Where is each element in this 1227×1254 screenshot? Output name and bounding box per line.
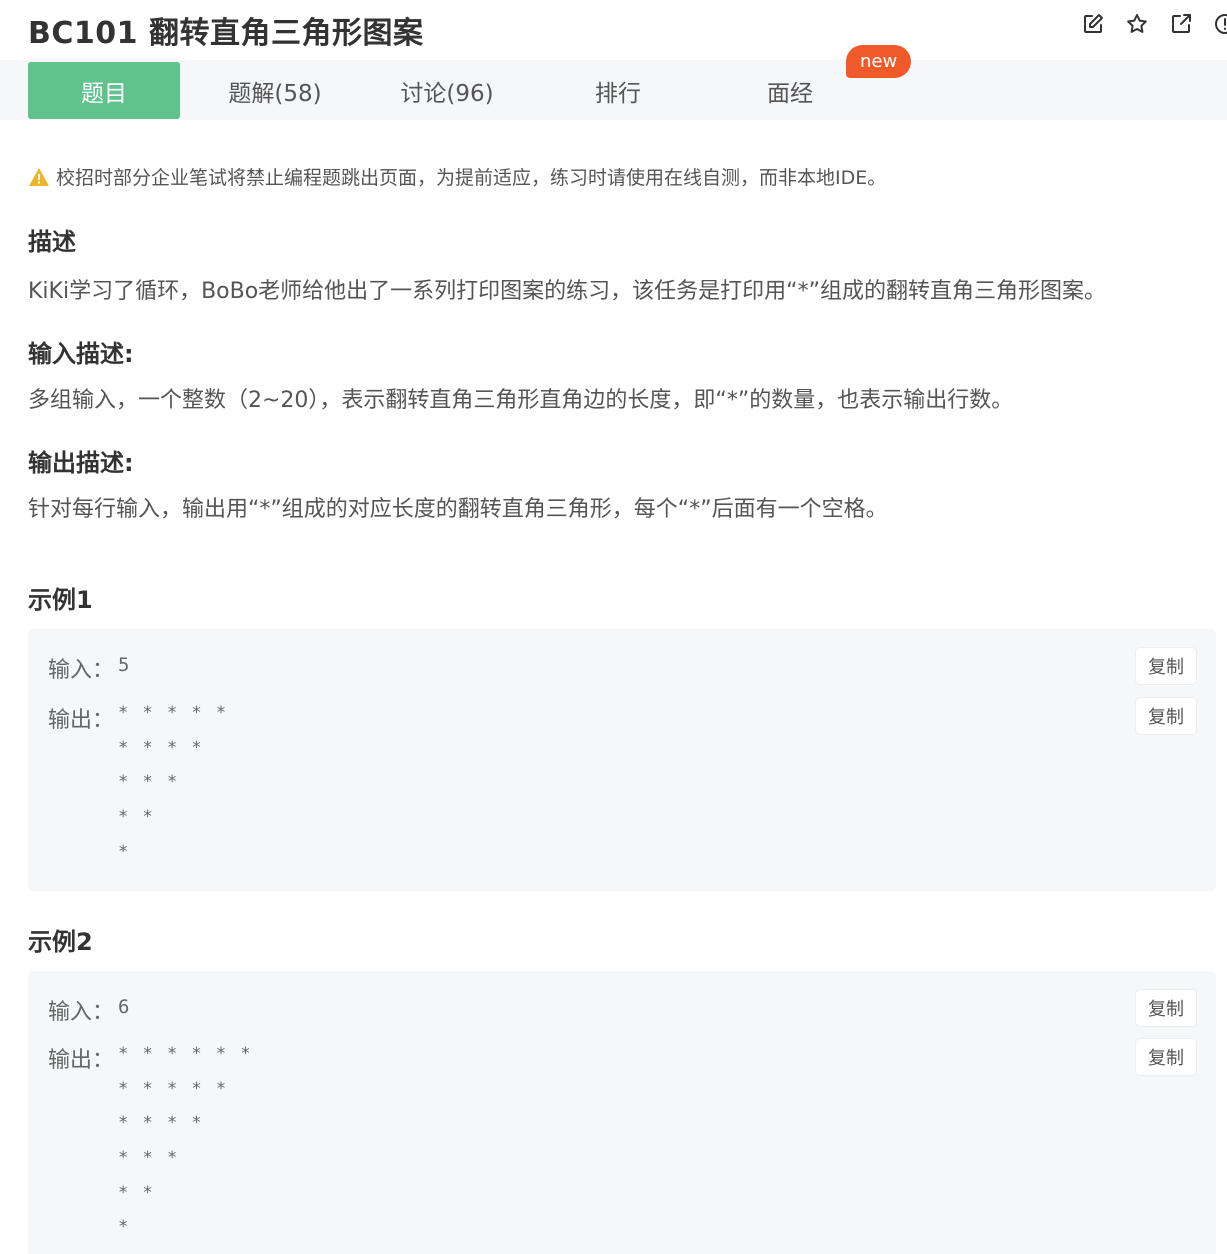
edit-icon[interactable] [1081,12,1105,36]
example-2-output-copy-button[interactable]: 复制 [1136,1039,1196,1075]
output-line: * * * [118,772,180,793]
tab-bar: 题目 题解(58) 讨论(96) 排行 面经 [0,60,1227,120]
info-icon[interactable] [1213,12,1227,36]
star-icon[interactable] [1125,12,1149,36]
new-badge: new [846,45,912,78]
example-2-input-label: 输入： [48,1000,115,1025]
output-line: * * * * * [118,1078,229,1099]
example-2-heading: 示例2 [28,928,93,956]
output-line: * * * [118,1148,180,1169]
description-heading: 描述 [28,228,76,256]
page-header: BC101 翻转直角三角形图案 [0,0,1227,60]
notice-banner: 校招时部分企业笔试将禁止编程题跳出页面，为提前适应，练习时请使用在线自测，而非本… [28,163,886,190]
input-desc-heading: 输入描述: [28,340,134,368]
output-line: * [118,841,131,862]
tab-solutions[interactable]: 题解(58) [199,62,351,119]
tab-problem[interactable]: 题目 [28,62,180,119]
share-icon[interactable] [1169,12,1193,36]
example-1-input-value: 5 [118,654,130,676]
example-1-output-label: 输出： [48,708,115,733]
output-line: * * [118,1182,155,1203]
example-2-box: 输入： 6 复制 输出： 复制 * * * * * * * * * * * * … [28,971,1216,1254]
output-line: * * * * * * [118,1044,253,1064]
input-desc-text: 多组输入，一个整数（2~20），表示翻转直角三角形直角边的长度，即“*”的数量，… [28,388,1014,413]
page-title: BC101 翻转直角三角形图案 [28,16,424,51]
tab-discussion[interactable]: 讨论(96) [371,62,523,119]
output-line: * * * * [118,1113,204,1134]
example-1-input-label: 输入： [48,658,115,683]
example-2-output: * * * * * * * * * * * * * * * * * * * * … [118,1037,253,1245]
tab-ranking[interactable]: 排行 [542,62,694,119]
toolbar [1081,12,1227,36]
output-line: * * * * * [118,703,229,723]
tab-interview[interactable]: 面经 [714,62,866,119]
output-desc-heading: 输出描述: [28,449,134,477]
example-2-output-label: 输出： [48,1048,115,1073]
example-1-output-copy-button[interactable]: 复制 [1136,698,1196,734]
example-1-output: * * * * * * * * * * * * * * * [118,696,228,869]
example-1-input-copy-button[interactable]: 复制 [1136,648,1196,684]
output-line: * * [118,807,155,828]
output-line: * * * * [118,737,204,758]
notice-text: 校招时部分企业笔试将禁止编程题跳出页面，为提前适应，练习时请使用在线自测，而非本… [56,167,887,189]
description-text: KiKi学习了循环，BoBo老师给他出了一系列打印图案的练习，该任务是打印用“*… [28,279,1106,304]
example-1-heading: 示例1 [28,586,93,614]
example-2-input-value: 6 [118,996,130,1018]
output-line: * [118,1217,131,1238]
example-2-input-copy-button[interactable]: 复制 [1136,990,1196,1026]
output-desc-text: 针对每行输入，输出用“*”组成的对应长度的翻转直角三角形，每个“*”后面有一个空… [28,497,888,522]
example-1-box: 输入： 5 复制 输出： 复制 * * * * * * * * * * * * … [28,629,1216,891]
warning-icon [29,167,49,186]
